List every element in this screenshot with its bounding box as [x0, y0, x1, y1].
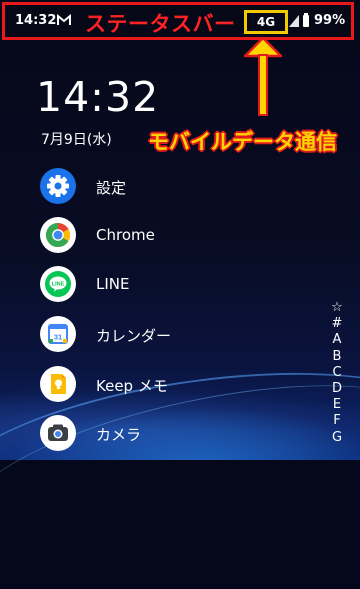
home-date[interactable]: 7月9日(水)	[41, 129, 112, 149]
app-calendar[interactable]: 31 カレンダー	[40, 316, 260, 356]
gmail-icon	[57, 14, 71, 25]
app-camera[interactable]: カメラ	[40, 415, 260, 455]
index-letter[interactable]: D	[330, 381, 344, 397]
app-label: Keep メモ	[96, 377, 168, 395]
status-bar: 14:32 ステータスバー 4G 99%	[2, 2, 354, 40]
svg-text:LINE: LINE	[52, 282, 65, 288]
keep-icon	[40, 366, 76, 402]
app-settings[interactable]: 設定	[40, 168, 260, 208]
app-label: カメラ	[96, 426, 142, 444]
battery-percent: 99%	[314, 13, 346, 28]
annotation-arrow	[258, 54, 268, 116]
home-clock[interactable]: 14:32	[36, 73, 159, 121]
camera-icon	[40, 415, 76, 451]
network-type-highlight: 4G	[244, 10, 288, 34]
settings-icon	[40, 168, 76, 204]
index-letter[interactable]: F	[330, 413, 344, 429]
battery-icon	[303, 13, 309, 27]
status-bar-label: ステータスバー	[85, 12, 236, 36]
app-line[interactable]: LINE LINE	[40, 266, 260, 306]
index-letter[interactable]: B	[330, 349, 344, 365]
app-label: LINE	[96, 275, 130, 293]
app-keep[interactable]: Keep メモ	[40, 366, 260, 406]
index-letter[interactable]: A	[330, 332, 344, 348]
calendar-icon: 31	[40, 316, 76, 352]
app-label: カレンダー	[96, 327, 172, 345]
app-label: Chrome	[96, 226, 155, 244]
index-letter[interactable]: E	[330, 397, 344, 413]
index-letter[interactable]: G	[330, 430, 344, 446]
network-type: 4G	[256, 15, 276, 29]
index-letter[interactable]: C	[330, 365, 344, 381]
app-label: 設定	[96, 179, 127, 197]
annotation-label: モバイルデータ通信	[148, 130, 337, 154]
alphabet-index[interactable]: ☆ # A B C D E F G	[330, 300, 344, 446]
svg-text:31: 31	[54, 333, 62, 342]
chrome-icon	[40, 217, 76, 253]
index-favorites[interactable]: ☆	[330, 300, 344, 316]
index-hash[interactable]: #	[330, 316, 344, 332]
line-icon: LINE	[40, 266, 76, 302]
signal-icon	[289, 15, 299, 27]
status-time: 14:32	[15, 13, 57, 28]
app-chrome[interactable]: Chrome	[40, 217, 260, 257]
